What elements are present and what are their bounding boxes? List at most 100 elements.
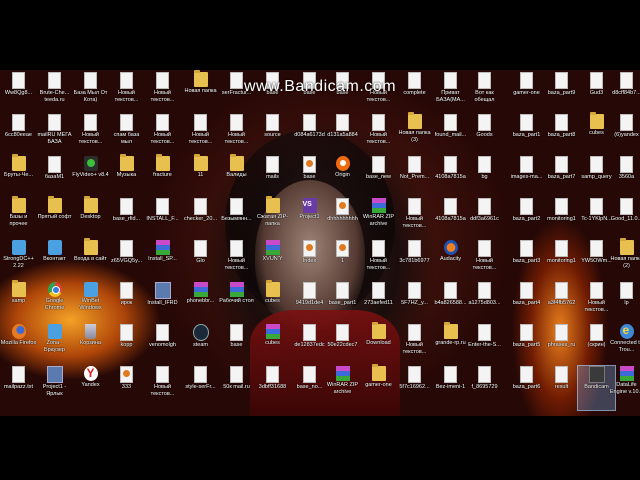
desktop-icon[interactable]: monitoring1 bbox=[543, 240, 580, 284]
desktop-icon[interactable]: a3f4fb5762 bbox=[543, 282, 580, 326]
desktop-icon[interactable]: Новый текстов... bbox=[144, 114, 181, 158]
desktop-icon[interactable]: kopp bbox=[108, 324, 145, 368]
desktop-icon[interactable]: Mozilla Firefox bbox=[0, 324, 37, 368]
desktop-icon[interactable]: 6cc80eeae bbox=[0, 114, 37, 158]
desktop-icon[interactable]: Сжатая ZIP-папка bbox=[254, 196, 291, 242]
desktop-icon[interactable]: INSTALL_F... bbox=[144, 198, 181, 242]
desktop-icon[interactable]: базаМ1 bbox=[36, 156, 73, 200]
desktop-icon[interactable]: gamer-one bbox=[360, 364, 397, 410]
desktop-icon[interactable]: Корзина bbox=[72, 324, 109, 368]
desktop-icon[interactable]: steam bbox=[182, 324, 219, 368]
desktop-icon[interactable]: venomolgh bbox=[144, 324, 181, 368]
desktop-icon[interactable]: Goods bbox=[466, 114, 503, 158]
desktop-icon[interactable]: dhhhhhhhhh bbox=[324, 198, 361, 242]
desktop-icon[interactable]: DataLife Engine v.10... bbox=[608, 366, 640, 410]
desktop-icon[interactable]: 50к mail.ru bbox=[218, 366, 255, 410]
desktop-icon[interactable]: d131a5a884 bbox=[324, 114, 361, 158]
desktop-icon[interactable]: checker_20... bbox=[182, 198, 219, 242]
desktop-icon[interactable]: WinRAR ZIP archive bbox=[324, 366, 361, 410]
desktop-icon[interactable]: baza_part1 bbox=[508, 114, 545, 158]
desktop-icon[interactable]: Install_IFRD bbox=[144, 282, 181, 326]
desktop-icon[interactable]: ddf3a6961c bbox=[466, 198, 503, 242]
desktop-icon[interactable]: Not_Prem... bbox=[396, 156, 433, 200]
desktop-icon[interactable]: Install_SP... bbox=[144, 240, 181, 284]
desktop-icon[interactable]: baza_part4 bbox=[508, 282, 545, 326]
desktop-icon[interactable]: b4a826588... bbox=[432, 282, 469, 326]
desktop-icon[interactable]: XVUN'Y bbox=[254, 240, 291, 284]
desktop-icon[interactable]: Новый текстов... bbox=[360, 240, 397, 284]
desktop-icon[interactable]: Origin bbox=[324, 156, 361, 200]
desktop-icon[interactable]: images-ma... bbox=[508, 156, 545, 200]
desktop-icon[interactable]: 4108a7815a bbox=[432, 156, 469, 200]
desktop-icon[interactable]: Новый текстов... bbox=[72, 114, 109, 158]
desktop-icon[interactable]: ирок bbox=[108, 282, 145, 326]
desktop-icon[interactable]: 4108a7815a bbox=[432, 198, 469, 242]
desktop-icon[interactable]: Рабочий стол bbox=[218, 282, 255, 326]
desktop-icon[interactable]: 273aefed11 bbox=[360, 282, 397, 326]
desktop-icon[interactable]: Project1 - Ярлык bbox=[36, 366, 73, 410]
desktop-icon[interactable]: Новый текстов... bbox=[182, 114, 219, 158]
desktop-icon[interactable]: Новый текстов... bbox=[218, 240, 255, 284]
desktop-icon[interactable]: f_8695729 bbox=[466, 366, 503, 410]
desktop-icon[interactable]: Вконтакт bbox=[36, 240, 73, 284]
desktop-icon[interactable]: Good_11.0... bbox=[608, 198, 640, 242]
desktop-icon[interactable]: source bbox=[254, 114, 291, 158]
desktop-icon[interactable]: 5F7HZ_y... bbox=[396, 282, 433, 326]
desktop-icon[interactable]: (6)yandex bbox=[608, 114, 640, 158]
desktop-icon[interactable]: Музыка bbox=[108, 154, 145, 200]
desktop-icon[interactable]: Новый текстов... bbox=[360, 114, 397, 158]
desktop-icon[interactable]: Audacity bbox=[432, 240, 469, 284]
desktop-icon[interactable]: phrases_ru bbox=[543, 324, 580, 368]
desktop-icon[interactable]: WinBet Windows bbox=[72, 282, 109, 326]
desktop-icon[interactable]: grande-rp.ru bbox=[432, 322, 469, 368]
desktop-icon[interactable]: baza_part7 bbox=[543, 156, 580, 200]
desktop-icon[interactable]: samp bbox=[0, 280, 37, 326]
desktop-icon[interactable]: baza_part5 bbox=[508, 324, 545, 368]
desktop-icon[interactable]: Download bbox=[360, 322, 397, 368]
desktop-icon[interactable]: Google Chrome bbox=[36, 282, 73, 326]
desktop-icon[interactable]: 3560a bbox=[608, 156, 640, 200]
desktop-icon[interactable]: cubes bbox=[254, 324, 291, 368]
desktop-icon[interactable]: Index bbox=[291, 240, 328, 284]
desktop-icon[interactable]: lp bbox=[608, 282, 640, 326]
desktop-icon[interactable]: mailpazz.txt bbox=[0, 366, 37, 410]
desktop-icon[interactable]: base bbox=[218, 324, 255, 368]
desktop-icon[interactable]: mails bbox=[254, 156, 291, 200]
desktop-icon[interactable]: 333 bbox=[108, 366, 145, 410]
desktop-icon[interactable]: base_new bbox=[360, 156, 397, 200]
desktop-icon[interactable]: baza_part2 bbox=[508, 198, 545, 242]
desktop-icon[interactable]: Новый текстов... bbox=[396, 198, 433, 242]
desktop-icon[interactable]: a1275d803... bbox=[466, 282, 503, 326]
desktop-icon[interactable]: StrongDC++ 2.22 bbox=[0, 240, 37, 284]
desktop-icon[interactable]: cubes bbox=[254, 280, 291, 326]
desktop-icon[interactable]: Connected to Trou... bbox=[608, 323, 640, 368]
desktop-icon[interactable]: Новый текстов... bbox=[466, 240, 503, 284]
desktop-icon[interactable]: found_mail... bbox=[432, 114, 469, 158]
desktop-icon[interactable]: Базы и прочее bbox=[0, 196, 37, 242]
desktop-icon[interactable]: 3c781b6977 bbox=[396, 240, 433, 284]
desktop-icon[interactable]: baza_part6 bbox=[508, 366, 545, 410]
desktop-icon[interactable]: 3dbff31688 bbox=[254, 366, 291, 410]
desktop-icon[interactable]: fracture bbox=[144, 154, 181, 200]
desktop-icon[interactable]: Новый текстов... bbox=[218, 114, 255, 158]
desktop-icon[interactable]: baza_part8 bbox=[543, 114, 580, 158]
desktop-icon[interactable]: Входа в сайт bbox=[72, 238, 109, 284]
desktop-icon[interactable]: Новый текстов... bbox=[144, 366, 181, 410]
desktop-icon[interactable]: Zona - Браузер bbox=[36, 324, 73, 368]
desktop-icon[interactable]: Прятый софт bbox=[36, 196, 73, 242]
desktop-icon[interactable]: base bbox=[291, 156, 328, 200]
desktop-icon[interactable]: Yandex bbox=[72, 366, 109, 410]
desktop-icon[interactable]: Валиды bbox=[218, 154, 255, 200]
desktop-icon[interactable]: 5f7c16962... bbox=[396, 366, 433, 410]
desktop-icon[interactable]: FlyVideo+ v8.4 bbox=[72, 156, 109, 200]
desktop[interactable]: Ww8Qg8... 6cc80eeae Бруты-Че... Базы и проч… bbox=[0, 70, 640, 416]
desktop-icon[interactable]: Enter-the-S... bbox=[466, 324, 503, 368]
desktop-icon[interactable]: 50e22cdec7 bbox=[324, 324, 361, 368]
desktop-icon[interactable]: style-serFr... bbox=[182, 366, 219, 410]
desktop-icon[interactable]: 1 bbox=[324, 240, 361, 284]
desktop-icon[interactable]: de12837edc bbox=[291, 324, 328, 368]
desktop-icon[interactable]: Bez-imeni-1 bbox=[432, 366, 469, 410]
desktop-icon[interactable]: base_no... bbox=[291, 366, 328, 410]
desktop-icon[interactable]: d084a6173d bbox=[291, 114, 328, 158]
desktop-icon[interactable]: Новый текстов... bbox=[396, 324, 433, 368]
